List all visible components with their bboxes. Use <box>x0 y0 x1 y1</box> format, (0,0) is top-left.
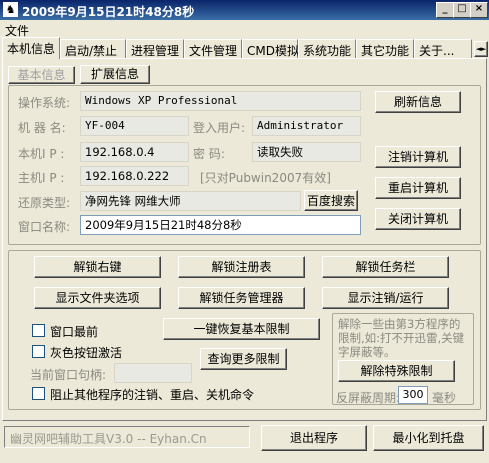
topmost-checkbox[interactable] <box>32 324 45 337</box>
ip-field: 192.168.0.4 <box>80 142 189 162</box>
ip-label: 本机I P : <box>18 147 65 161</box>
machine-label: 机 器 名: <box>18 121 66 135</box>
password-field: 读取失败 <box>252 142 361 162</box>
special-description: 解除一些由第3方程序的限制,如:打不开迅雷,关键字屏蔽等。 <box>338 317 465 359</box>
shutdown-button[interactable]: 关闭计算机 <box>375 208 461 230</box>
show-logoff-run-button[interactable]: 显示注销/运行 <box>322 287 449 309</box>
os-field: Windows XP Professional <box>80 91 361 111</box>
activate-gray-checkbox[interactable] <box>32 345 45 358</box>
host-ip-field: 192.168.0.222 <box>80 166 189 186</box>
show-folder-options-button[interactable]: 显示文件夹选项 <box>34 287 161 309</box>
subtab-basic[interactable]: 基本信息 <box>8 66 75 84</box>
unlock-rightclick-button[interactable]: 解锁右键 <box>34 256 161 278</box>
title-bar: ♞ 2009年9月15日21时48分8秒 _ □ × <box>0 0 489 20</box>
user-label: 登入用户: <box>193 121 246 135</box>
tab-startup[interactable]: 启动/禁止 <box>60 39 126 58</box>
tab-process[interactable]: 进程管理 <box>126 39 184 58</box>
topmost-label: 窗口最前 <box>50 325 99 339</box>
activate-gray-label: 灰色按钮激活 <box>50 346 123 360</box>
window-handle-label: 当前窗口句柄: <box>30 368 107 382</box>
unlock-taskbar-button[interactable]: 解锁任务栏 <box>322 256 449 278</box>
period-input[interactable]: 300 <box>398 386 428 404</box>
menu-bar: 文件 <box>0 20 489 38</box>
password-label: 密 码: <box>193 147 225 161</box>
unlock-registry-button[interactable]: 解锁注册表 <box>178 256 305 278</box>
logoff-button[interactable]: 注销计算机 <box>375 146 461 168</box>
baidu-search-button[interactable]: 百度搜索 <box>304 190 358 211</box>
period-unit: 毫秒 <box>432 391 457 405</box>
app-icon: ♞ <box>3 2 18 17</box>
host-ip-label: 主机I P : <box>18 171 65 185</box>
restart-button[interactable]: 重启计算机 <box>375 177 461 199</box>
host-ip-note: [只对Pubwin2007有效] <box>200 171 331 185</box>
unlock-taskmgr-button[interactable]: 解锁任务管理器 <box>178 287 305 309</box>
tab-about[interactable]: 关于... <box>414 39 472 58</box>
refresh-button[interactable]: 刷新信息 <box>375 91 461 113</box>
window-name-label: 窗口名称: <box>18 220 71 234</box>
unlock-special-button[interactable]: 解除特殊限制 <box>338 360 455 382</box>
machine-field: YF-004 <box>80 116 189 136</box>
tab-scroll-arrows[interactable]: ◄► <box>474 41 488 57</box>
restore-type-field: 净网先锋 网维大师 <box>80 191 301 211</box>
tab-machine-info[interactable]: 本机信息 <box>2 37 60 59</box>
query-more-limits-button[interactable]: 查询更多限制 <box>200 348 287 370</box>
footer-credit: 幽灵网吧辅助工具V3.0 -- Eyhan.Cn <box>10 432 207 446</box>
tab-system[interactable]: 系统功能 <box>298 39 356 58</box>
block-commands-label: 阻止其他程序的注销、重启、关机命令 <box>50 388 255 402</box>
subtab-extended[interactable]: 扩展信息 <box>80 65 150 84</box>
period-label: 反屏蔽周期: <box>336 391 401 405</box>
close-button[interactable]: × <box>470 2 488 18</box>
exit-button[interactable]: 退出程序 <box>261 425 367 451</box>
restore-type-label: 还原类型: <box>18 196 71 210</box>
minimize-button[interactable]: _ <box>436 2 454 18</box>
window-name-field[interactable]: 2009年9月15日21时48分8秒 <box>80 215 361 235</box>
maximize-button[interactable]: □ <box>453 2 471 18</box>
window-title: 2009年9月15日21时48分8秒 <box>22 5 195 19</box>
os-label: 操作系统: <box>18 96 71 110</box>
block-commands-checkbox[interactable] <box>32 387 45 400</box>
restore-basic-limits-button[interactable]: 一键恢复基本限制 <box>163 318 320 340</box>
tab-cmd[interactable]: CMD模拟 <box>242 39 299 58</box>
tab-other[interactable]: 其它功能 <box>356 39 414 58</box>
minimize-to-tray-button[interactable]: 最小化到托盘 <box>373 425 484 451</box>
tab-files[interactable]: 文件管理 <box>184 39 242 58</box>
user-field: Administrator <box>252 116 361 136</box>
window-handle-field <box>114 363 192 383</box>
